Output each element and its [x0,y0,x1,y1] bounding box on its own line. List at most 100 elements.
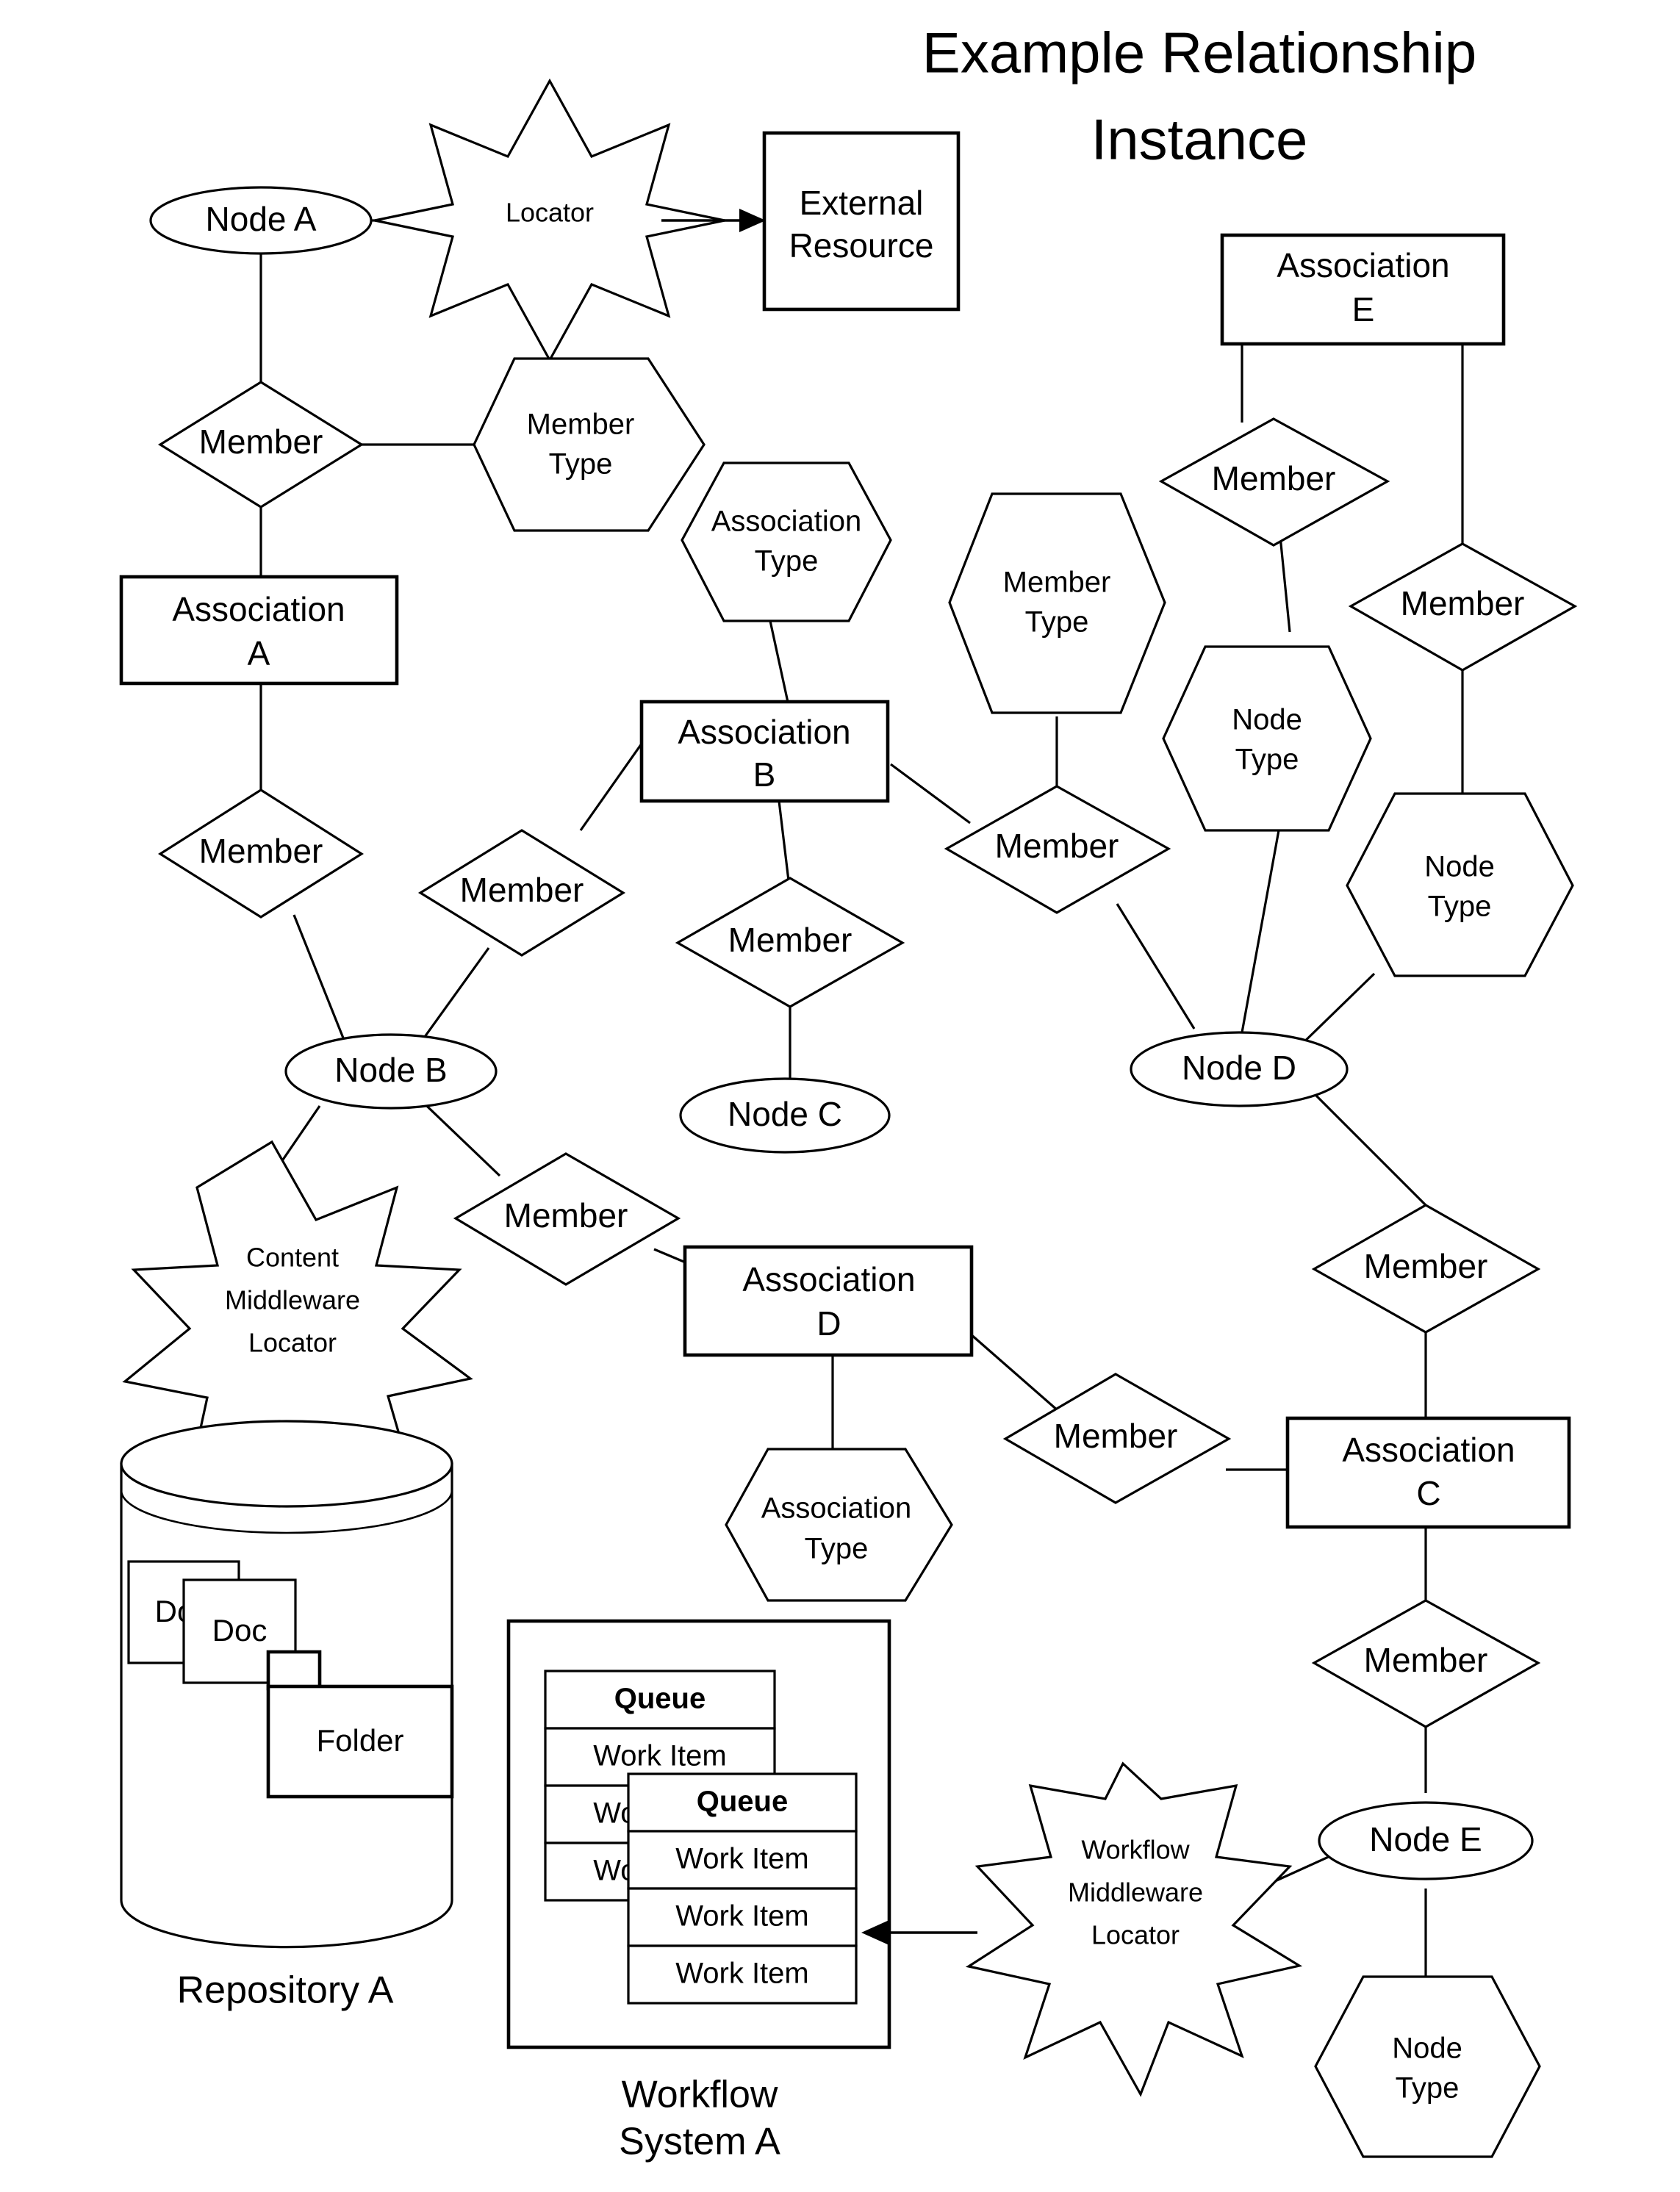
member-type-1-hex[interactable] [473,357,706,532]
repository-cylinder-top [120,1420,453,1508]
association-a-line-1: Association [172,590,345,628]
member-3-label: Member [460,871,584,909]
page-title: Example Relationship Instance [922,21,1476,172]
title-line-1: Example Relationship [922,21,1476,85]
association-d-line-2: D [816,1304,841,1343]
relationship-member-6[interactable]: Member [453,1152,681,1286]
relationship-member-2[interactable]: Member [158,788,364,919]
association-c-line-2: C [1416,1474,1440,1512]
entity-association-c[interactable]: Association C [1285,1416,1571,1529]
member-6-label: Member [504,1196,628,1235]
entity-repository-a[interactable]: Doc Doc Folder Repository A [120,1420,454,2012]
queue-front-item-1: Work Item [675,1900,809,1933]
edge-assocd-member7 [969,1332,1060,1412]
diagram-svg: Example Relationship Instance Node A Loc… [119,21,1578,2163]
relationship-member-1[interactable]: Member [157,381,365,509]
entity-node-d[interactable]: Node D [1130,1031,1349,1107]
external-resource-line-1: External [800,184,924,222]
entity-node-e[interactable]: Node E [1318,1801,1534,1880]
node-type-1-hex[interactable] [1162,645,1372,832]
member-type-2-line-2: Type [1025,606,1089,639]
relationship-member-10[interactable]: Member [1311,1204,1541,1334]
title-line-2: Instance [1091,107,1308,172]
association-c-line-1: Association [1342,1431,1515,1469]
association-a-line-2: A [248,634,270,672]
member-9-label: Member [1401,584,1525,622]
relationship-member-3[interactable]: Member [417,829,626,957]
type-member-type-1[interactable]: Member Type [473,357,706,532]
entity-workflow-system-a[interactable]: Queue Work Item Work Item Work Item Queu… [506,1619,891,2163]
locator-top-label: Locator [506,198,594,228]
node-type-2-line-1: Node [1424,851,1495,883]
node-type-2-hex[interactable] [1346,792,1574,977]
node-d-label: Node D [1182,1049,1296,1087]
type-node-type-1[interactable]: Node Type [1162,645,1372,832]
association-type-1-hex[interactable] [681,461,892,622]
association-b-line-2: B [753,755,776,794]
queue-front-header-label: Queue [697,1786,788,1818]
entity-node-b[interactable]: Node B [284,1033,498,1110]
relationship-member-4[interactable]: Member [675,877,905,1008]
node-type-3-line-2: Type [1396,2072,1460,2105]
queue-back-header-label: Queue [614,1683,706,1715]
edge-member3-nodeb [421,947,490,1041]
node-type-1-line-2: Type [1235,744,1299,776]
entity-external-resource[interactable]: External Resource [762,131,961,312]
association-type-2-hex[interactable] [725,1448,953,1602]
queue-front-item-0: Work Item [675,1843,809,1875]
node-type-3-hex[interactable] [1314,1975,1541,2158]
association-e-line-1: Association [1277,246,1449,284]
member-type-1-line-1: Member [527,409,635,441]
type-association-type-1[interactable]: Association Type [681,461,892,622]
workflow-locator-line-1: Workflow [1081,1835,1190,1865]
relationship-member-11[interactable]: Member [1311,1599,1541,1728]
edge-member5-noded [1116,903,1196,1029]
association-b-line-1: Association [678,713,850,751]
edge-nodetype2-noded [1293,972,1376,1052]
node-type-3-line-1: Node [1392,2033,1462,2065]
edge-member2-nodeb [292,914,347,1044]
edge-assoctype1-assocb [769,620,790,706]
external-resource-line-2: Resource [789,226,934,265]
entity-node-c[interactable]: Node C [679,1077,891,1154]
arrow-head-icon [739,209,766,232]
type-node-type-3[interactable]: Node Type [1314,1975,1541,2158]
queue-front[interactable]: Queue Work Item Work Item Work Item [627,1772,858,2005]
member-type-2-hex[interactable] [948,492,1166,714]
entity-association-d[interactable]: Association D [683,1245,974,1357]
node-type-2-line-2: Type [1428,891,1492,923]
relationship-member-5[interactable]: Member [944,785,1171,914]
type-member-type-2[interactable]: Member Type [948,492,1166,714]
type-node-type-2[interactable]: Node Type [1346,792,1574,977]
association-type-1-line-2: Type [755,545,819,578]
type-association-type-2[interactable]: Association Type [725,1448,953,1602]
edge-assocb-member5 [890,763,971,824]
edge-noded-member10 [1314,1093,1427,1207]
repository-caption: Repository A [177,1969,394,2012]
node-e-label: Node E [1369,1820,1482,1858]
edge-nodetype1-noded [1241,830,1280,1033]
locator-workflow-middleware[interactable]: Workflow Middleware Locator [965,1761,1303,2097]
member-4-label: Member [728,921,852,959]
member-7-label: Member [1054,1417,1178,1455]
member-1-label: Member [199,423,323,461]
association-type-1-line-1: Association [711,506,862,538]
member-type-2-line-1: Member [1003,567,1111,599]
workflow-locator-line-3: Locator [1091,1920,1180,1950]
folder-tab-shape [266,1650,322,1691]
member-8-label: Member [1212,459,1336,497]
entity-association-e[interactable]: Association E [1220,233,1506,346]
er-diagram-canvas: Example Relationship Instance Node A Loc… [0,0,1680,2192]
relationship-member-8[interactable]: Member [1158,417,1390,547]
folder-label: Folder [316,1723,403,1758]
relationship-member-9[interactable]: Member [1348,542,1578,672]
entity-association-b[interactable]: Association B [639,700,890,803]
association-type-2-line-2: Type [805,1533,869,1565]
node-type-1-line-1: Node [1232,704,1302,736]
workflow-system-caption-line-2: System A [619,2121,780,2163]
entity-node-a[interactable]: Node A [149,186,373,255]
member-11-label: Member [1364,1641,1488,1679]
entity-association-a[interactable]: Association A [119,575,399,686]
association-d-line-1: Association [742,1260,915,1298]
member-5-label: Member [995,827,1119,865]
